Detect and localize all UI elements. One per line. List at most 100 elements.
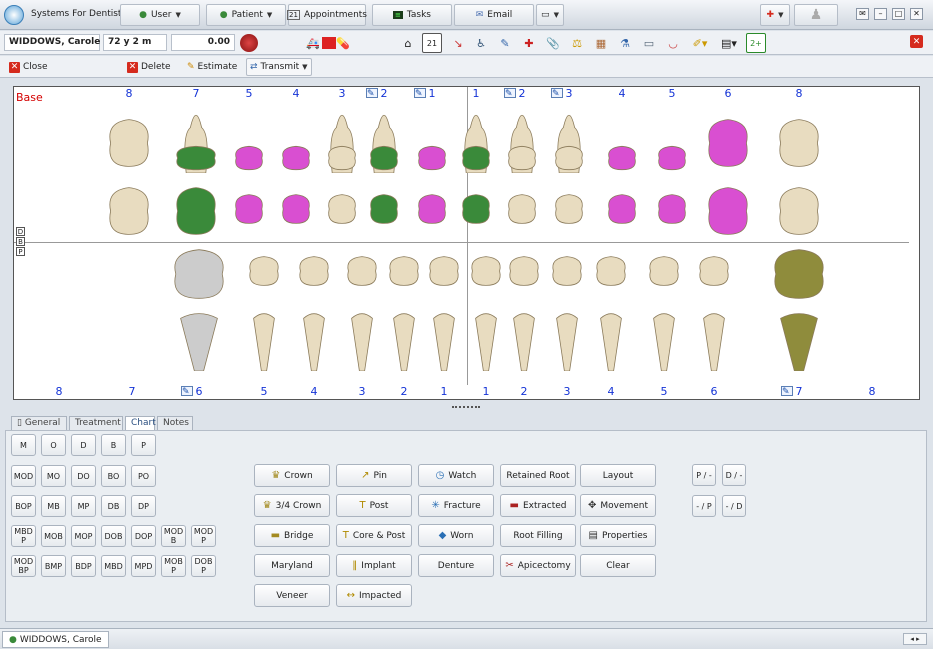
email-button[interactable]: ✉ Email [454, 4, 534, 26]
surface-button-bmp[interactable]: BMP [41, 555, 66, 577]
surface-button-o[interactable]: O [41, 434, 66, 456]
xray-icon[interactable]: ▦ [591, 33, 611, 53]
user-menu-button[interactable]: ● User ▼ [120, 4, 200, 26]
surface-button-mob[interactable]: MOB [41, 525, 66, 547]
lower-tooth-side[interactable] [701, 309, 727, 371]
calendar-add-icon[interactable]: 2+ [746, 33, 766, 53]
worn-button[interactable]: ◆ Worn [418, 524, 494, 547]
scroll-arrows[interactable]: ◂ ▸ [903, 633, 927, 645]
clear-button[interactable]: Clear [580, 554, 656, 577]
surface-button-mo[interactable]: MO [41, 465, 66, 487]
appointments-button[interactable]: 21 Appointments [287, 4, 367, 26]
upper-tooth-side-crown[interactable] [705, 117, 751, 169]
lower-tooth-occlusal[interactable] [550, 255, 584, 287]
maximize-icon[interactable]: □ [892, 8, 905, 20]
upper-tooth-side-crown[interactable] [106, 117, 152, 169]
tab-notes[interactable]: Notes [157, 416, 193, 431]
surface-button-mod-p[interactable]: MOD P [191, 525, 216, 547]
upper-tooth-side-crown[interactable] [656, 145, 688, 171]
scales-icon[interactable]: ⚖ [567, 33, 587, 53]
calendar-icon[interactable]: 21 [422, 33, 442, 53]
surface-button-do[interactable]: DO [71, 465, 96, 487]
surface-button-po[interactable]: PO [131, 465, 156, 487]
bridge-button[interactable]: ▬ Bridge [254, 524, 330, 547]
lower-tooth-side[interactable] [301, 309, 327, 371]
lower-tooth-side[interactable] [511, 309, 537, 371]
lower-tooth-occlusal[interactable] [247, 255, 281, 287]
surface-button-mbd-p[interactable]: MBD P [11, 525, 36, 547]
lower-tooth-side[interactable] [176, 309, 222, 371]
crown-button[interactable]: ♛ Crown [254, 464, 330, 487]
surface-button-dop[interactable]: DOP [131, 525, 156, 547]
surface-button-p[interactable]: P [131, 434, 156, 456]
lower-tooth-side[interactable] [349, 309, 375, 371]
extracted-button[interactable]: ▬ Extracted [500, 494, 576, 517]
edit-pencil-icon[interactable]: ✎ [181, 386, 193, 397]
quadrant-lower-d-button[interactable]: - / D [722, 495, 746, 517]
close-window-icon[interactable]: ✕ [910, 8, 923, 20]
surface-button-dp[interactable]: DP [131, 495, 156, 517]
upper-tooth-occlusal[interactable] [506, 193, 538, 225]
home-icon[interactable]: ⌂ [398, 33, 418, 53]
notes-icon[interactable]: ✎ [495, 33, 515, 53]
transmit-button[interactable]: ⇄ Transmit ▼ [246, 58, 312, 76]
post-button[interactable]: T Post [336, 494, 412, 517]
upper-tooth-side-crown[interactable] [368, 145, 400, 171]
impacted-button[interactable]: ↔ Impacted [336, 584, 412, 607]
upper-tooth-side-crown[interactable] [326, 145, 358, 171]
upper-tooth-occlusal[interactable] [368, 193, 400, 225]
upper-tooth-occlusal[interactable] [326, 193, 358, 225]
lower-tooth-occlusal[interactable] [697, 255, 731, 287]
upper-tooth-side-crown[interactable] [280, 145, 312, 171]
layout-button[interactable]: Layout [580, 464, 656, 487]
lower-tooth-occlusal[interactable] [770, 247, 828, 301]
upper-tooth-side-crown[interactable] [173, 145, 219, 171]
minimize-icon[interactable]: – [874, 8, 887, 20]
surface-button-b[interactable]: B [101, 434, 126, 456]
lower-tooth-side[interactable] [554, 309, 580, 371]
core-post-button[interactable]: T Core & Post [336, 524, 412, 547]
surface-button-mod[interactable]: MOD [11, 465, 36, 487]
surface-button-mb[interactable]: MB [41, 495, 66, 517]
close-patient-icon[interactable]: ✕ [910, 35, 923, 48]
lower-tooth-occlusal[interactable] [387, 255, 421, 287]
patient-window-tab[interactable]: ● WIDDOWS, Carole [2, 631, 109, 648]
card-icon[interactable]: ▭ [639, 33, 659, 53]
lower-tooth-side[interactable] [651, 309, 677, 371]
attachment-icon[interactable]: 📎 [543, 33, 563, 53]
lower-tooth-side[interactable] [251, 309, 277, 371]
mail-icon[interactable]: ✉ [856, 8, 869, 20]
upper-tooth-side-crown[interactable] [553, 145, 585, 171]
upper-tooth-occlusal[interactable] [106, 185, 152, 237]
surface-button-bop[interactable]: BOP [11, 495, 36, 517]
surface-button-mob-p[interactable]: MOB P [161, 555, 186, 577]
quadrant-d-button[interactable]: D / - [722, 464, 746, 486]
apicectomy-button[interactable]: ✂ Apicectomy [500, 554, 576, 577]
lower-tooth-occlusal[interactable] [427, 255, 461, 287]
surface-button-mod-bp[interactable]: MOD BP [11, 555, 36, 577]
edit-pencil-icon[interactable]: ✎ [781, 386, 793, 397]
close-button[interactable]: ✕ Close [6, 58, 51, 76]
edit-pencil-icon[interactable]: ✎ [551, 88, 563, 99]
medical-kit-icon[interactable]: ✚ [519, 33, 539, 53]
surface-button-dob-p[interactable]: DOB P [191, 555, 216, 577]
tab-general[interactable]: ▯ General [11, 416, 67, 431]
surface-button-mod-b[interactable]: MOD B [161, 525, 186, 547]
retained-root-button[interactable]: Retained Root [500, 464, 576, 487]
lower-tooth-occlusal[interactable] [594, 255, 628, 287]
surface-button-m[interactable]: M [11, 434, 36, 456]
surface-button-bdp[interactable]: BDP [71, 555, 96, 577]
alert-icon[interactable] [240, 34, 258, 52]
implant-button[interactable]: ‖ Implant [336, 554, 412, 577]
fracture-button[interactable]: ✳ Fracture [418, 494, 494, 517]
lower-tooth-side[interactable] [776, 309, 822, 371]
upper-tooth-side-crown[interactable] [416, 145, 448, 171]
surface-button-db[interactable]: DB [101, 495, 126, 517]
movement-button[interactable]: ✥ Movement [580, 494, 656, 517]
help-menu-button[interactable]: ✚ ▼ [760, 4, 790, 26]
patient-menu-button[interactable]: ● Patient ▼ [206, 4, 286, 26]
graph-icon[interactable]: ↘ [448, 33, 468, 53]
lower-tooth-side[interactable] [391, 309, 417, 371]
view-menu-button[interactable]: ▭ ▼ [536, 4, 564, 26]
edit-pencil-icon[interactable]: ✎ [366, 88, 378, 99]
